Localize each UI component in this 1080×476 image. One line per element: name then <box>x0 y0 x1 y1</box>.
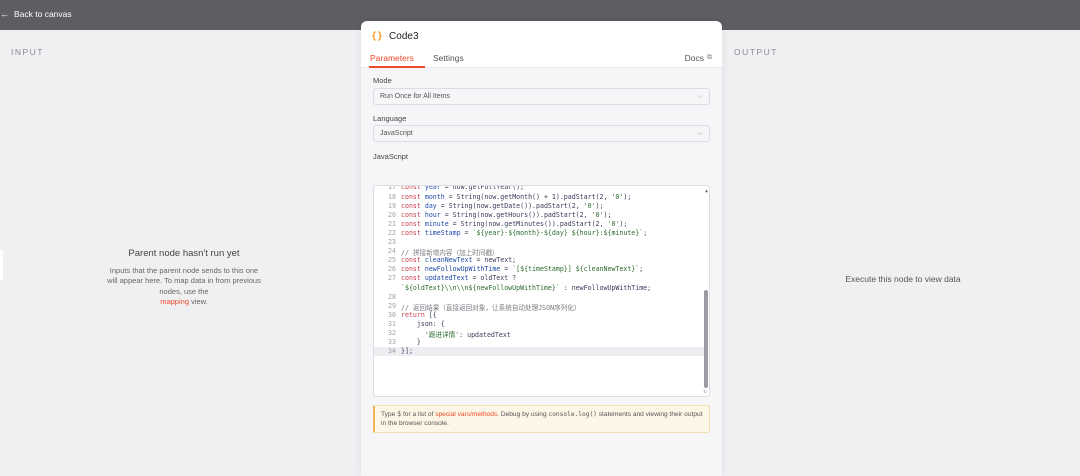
panel-resize-handle[interactable] <box>0 250 3 280</box>
code-text: const minute = String(now.getMinutes()).… <box>401 219 628 228</box>
node-tabs: Parameters Settings Docs ⧉ <box>361 51 722 68</box>
line-number: 33 <box>388 338 396 347</box>
code-line[interactable]: 27 const updatedText = oldText ? <box>374 274 704 283</box>
mapping-link[interactable]: mapping <box>160 297 189 306</box>
line-number: 20 <box>388 210 396 219</box>
input-empty-description: Inputs that the parent node sends to thi… <box>104 266 264 307</box>
input-empty-suffix: view. <box>189 296 208 306</box>
left-arrow-icon: ← <box>0 8 9 19</box>
line-number: 27 <box>388 274 396 283</box>
editor-scrollbar[interactable]: ▲ <box>703 186 709 396</box>
line-number: 26 <box>388 265 396 274</box>
mode-label: Mode <box>373 76 392 85</box>
code-line[interactable]: 20 const hour = String(now.getHours()).pa… <box>374 211 704 220</box>
code-text: } <box>401 338 421 347</box>
chevron-down-icon: ⌵ <box>697 93 703 100</box>
docs-link[interactable]: Docs ⧉ <box>685 53 712 63</box>
docs-label: Docs <box>684 53 704 63</box>
code-line[interactable]: 19 const day = String(now.getDate()).padS… <box>374 202 704 211</box>
code-line[interactable]: 24 // 拼接新增内容（加上时间戳） <box>374 247 704 258</box>
line-number: 21 <box>388 219 396 228</box>
output-panel-title: OUTPUT <box>734 47 778 57</box>
code-line[interactable]: 31 json: { <box>374 320 704 329</box>
code-text: const day = String(now.getDate()).padSta… <box>401 201 604 210</box>
code-line[interactable]: 33 } <box>374 338 704 347</box>
tab-parameters[interactable]: Parameters <box>370 53 414 63</box>
line-number: 31 <box>388 319 396 328</box>
scroll-up-icon[interactable]: ▲ <box>705 188 708 194</box>
chevron-down-icon: ⌵ <box>697 130 703 137</box>
special-vars-link[interactable]: special vars/methods <box>435 411 497 418</box>
braces-icon: {} <box>371 31 384 42</box>
output-empty-state: Execute this node to view data <box>845 274 961 284</box>
code-line[interactable]: 23 <box>374 238 704 247</box>
code-text: // 返回结果（直接返回对象，让系统自动处理JSON序列化） <box>401 303 581 312</box>
code-text: const hour = String(now.getHours()).padS… <box>401 210 612 219</box>
language-label: Language <box>373 114 407 123</box>
input-empty-text: Inputs that the parent node sends to thi… <box>107 266 261 296</box>
editor-scrollbar-thumb[interactable] <box>704 290 708 388</box>
input-empty-heading: Parent node hasn't run yet <box>128 248 240 259</box>
code-line[interactable]: 30 return [{ <box>374 311 704 320</box>
code-line[interactable]: 25 const cleanNewText = newText; <box>374 256 704 265</box>
line-number: 24 <box>388 247 396 256</box>
code-text: return [{ <box>401 310 437 319</box>
code-text: const newFollowUpWithTime = `[${timeStam… <box>401 265 644 274</box>
input-empty-state: Parent node hasn't run yet Inputs that t… <box>104 248 264 307</box>
back-to-canvas-button[interactable]: ← Back to canvas <box>0 9 72 19</box>
code-text: // 拼接新增内容（加上时间戳） <box>401 249 499 258</box>
line-number: 22 <box>388 228 396 237</box>
code-hint: Type $ for a list of special vars/method… <box>373 405 710 433</box>
back-to-canvas-label: Back to canvas <box>14 9 72 19</box>
code-text: `${oldText}\\n\\n${newFollowUpWithTime}`… <box>401 283 652 292</box>
line-number: 18 <box>388 192 396 201</box>
line-number: 28 <box>388 292 396 301</box>
line-number: 32 <box>388 329 396 337</box>
input-panel-title: INPUT <box>11 47 44 57</box>
line-number: 30 <box>388 310 396 319</box>
hint-text: for a list of <box>401 411 436 418</box>
code-line[interactable]: 26 const newFollowUpWithTime = `[${timeSt… <box>374 265 704 274</box>
code-text: const cleanNewText = newText; <box>401 256 517 265</box>
mode-select-value: Run Once for All Items <box>380 93 451 100</box>
mode-select[interactable]: Run Once for All Items ⌵ <box>373 88 710 105</box>
language-select[interactable]: JavaScript ⌵ <box>373 125 710 142</box>
line-number: 19 <box>388 201 396 210</box>
line-number: 29 <box>388 301 396 310</box>
code-line[interactable]: 17 const year = now.getFullYear(); <box>374 185 704 193</box>
code-label: JavaScript <box>373 152 409 161</box>
resize-grip-icon[interactable]: ↻ <box>703 388 707 395</box>
line-number: 17 <box>388 185 396 192</box>
code-text: }]; <box>401 347 413 356</box>
code-line[interactable]: 29 // 返回结果（直接返回对象，让系统自动处理JSON序列化） <box>374 301 704 312</box>
code-editor[interactable]: 34}]; 33 } 32 '跟进详情': updatedText 31 json: … <box>373 185 710 397</box>
line-number: 25 <box>388 256 396 265</box>
line-number: 23 <box>388 238 396 246</box>
line-number: 34 <box>388 347 396 356</box>
hint-text: Type <box>381 411 398 418</box>
code-line[interactable]: 18 const month = String(now.getMonth() + … <box>374 193 704 202</box>
code-line[interactable]: `${oldText}\\n\\n${newFollowUpWithTime}`… <box>374 284 704 293</box>
node-settings-dialog: {} Code3 Parameters Settings Docs ⧉ Mode… <box>361 21 722 476</box>
code-text: '跟进详情': updatedText <box>424 331 511 339</box>
code-line[interactable]: 34}]; <box>374 347 704 357</box>
code-line[interactable]: 21 const minute = String(now.getMinutes()… <box>374 220 704 229</box>
node-header: {} Code3 <box>371 31 419 42</box>
language-select-value: JavaScript <box>380 130 413 137</box>
code-text: const timeStamp = `${year}-${month}-${da… <box>401 228 648 237</box>
code-line[interactable]: 32 '跟进详情': updatedText <box>374 329 704 339</box>
external-link-icon: ⧉ <box>707 54 712 61</box>
hint-code: console.log() <box>548 411 597 418</box>
code-text: const month = String(now.getMonth() + 1)… <box>401 192 632 201</box>
code-text: json: { <box>401 319 445 328</box>
node-name[interactable]: Code3 <box>389 31 418 42</box>
code-text: const year = now.getFullYear(); <box>401 185 525 192</box>
code-text: const updatedText = oldText ? <box>401 274 517 283</box>
tab-settings[interactable]: Settings <box>433 53 464 63</box>
code-line[interactable]: 22 const timeStamp = `${year}-${month}-${… <box>374 229 704 238</box>
hint-text: . Debug by using <box>497 411 549 418</box>
code-line[interactable]: 28 <box>374 293 704 302</box>
